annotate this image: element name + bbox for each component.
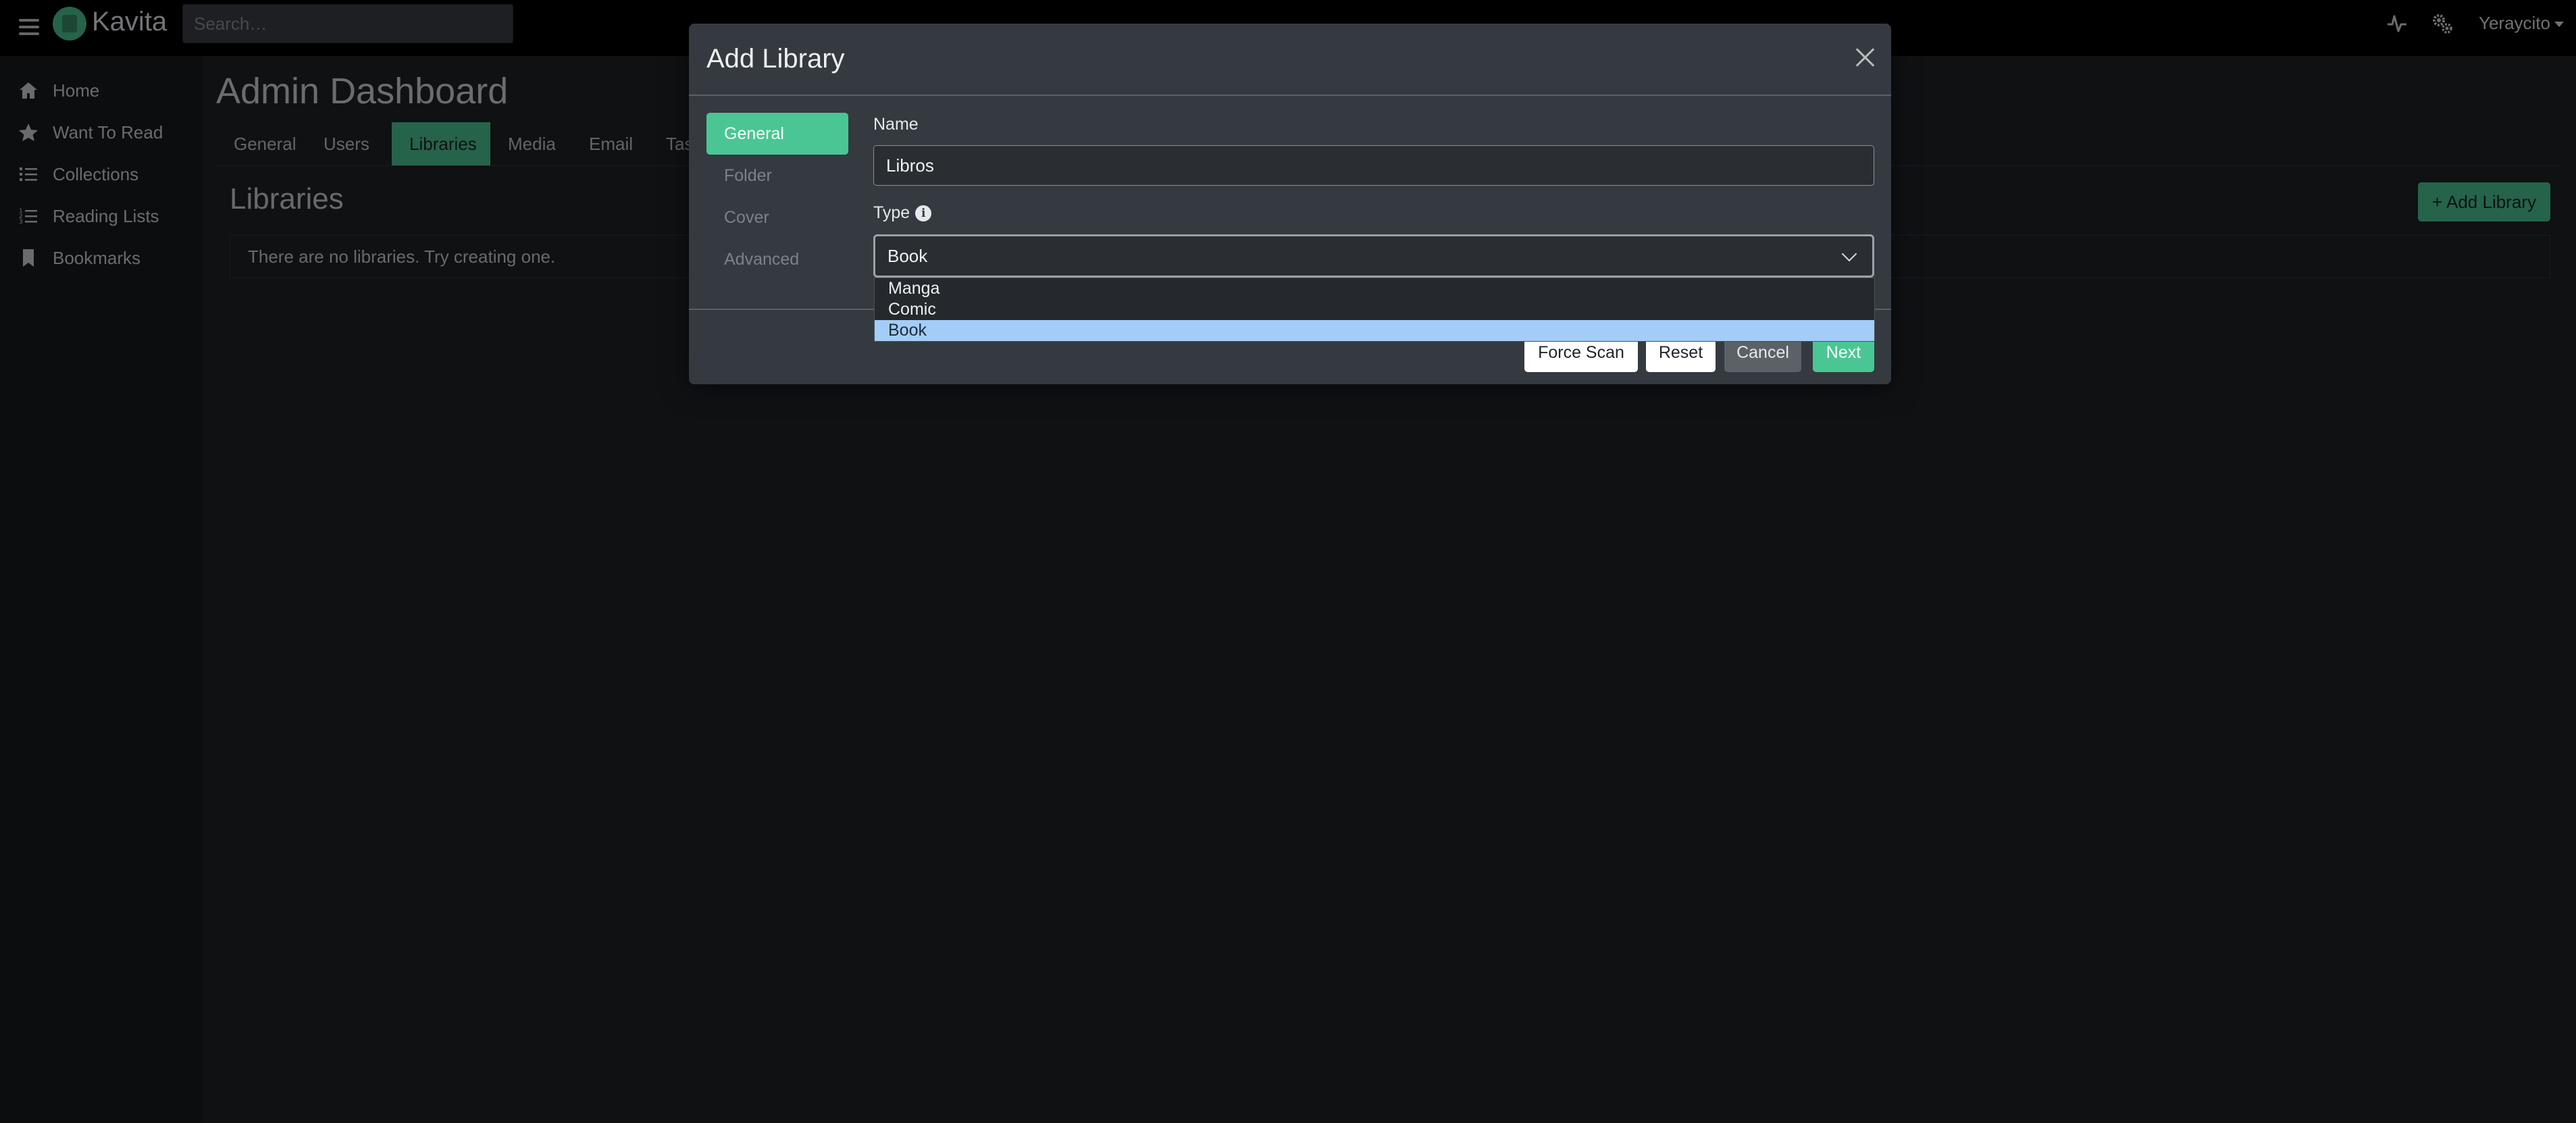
modal-header-divider [689,95,1891,96]
name-label: Name [873,115,919,134]
chevron-down-icon [1841,246,1857,262]
type-label: Type [873,203,910,222]
name-field[interactable] [873,145,1874,186]
type-dropdown: Manga Comic Book [874,278,1875,342]
step-general[interactable]: General [706,113,848,155]
step-folder[interactable]: Folder [706,155,848,197]
type-label-row: Type i [873,203,932,223]
step-advanced[interactable]: Advanced [706,238,848,280]
modal-title: Add Library [706,44,845,74]
type-selected-value: Book [887,246,928,266]
add-library-modal: Add Library General Folder Cover Advance… [689,24,1891,384]
type-option-manga[interactable]: Manga [875,278,1874,299]
type-select[interactable]: Book [873,234,1874,278]
step-cover[interactable]: Cover [706,197,848,238]
type-option-book[interactable]: Book [875,320,1874,341]
info-icon[interactable]: i [915,205,932,222]
close-icon[interactable] [1852,44,1879,71]
type-option-comic[interactable]: Comic [875,299,1874,320]
